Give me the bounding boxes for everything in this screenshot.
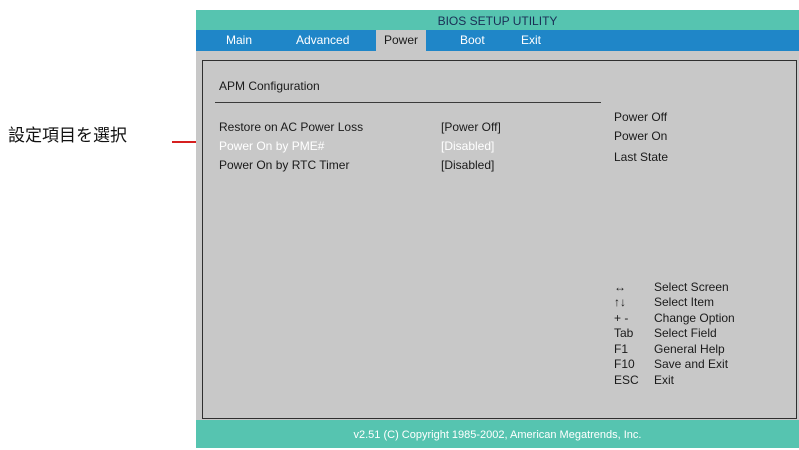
option-power-off: Power Off xyxy=(614,110,668,124)
tab-exit[interactable]: Exit xyxy=(521,30,541,51)
section-title: APM Configuration xyxy=(219,79,320,93)
help-pane: Power Off Power On Last State ↔ Select S… xyxy=(606,60,797,419)
bios-title-bar: BIOS SETUP UTILITY xyxy=(196,10,799,30)
option-last-state: Last State xyxy=(614,150,669,164)
tab-main[interactable]: Main xyxy=(226,30,252,51)
key-desc-select-item: Select Item xyxy=(654,295,715,309)
key-select-item-icon: ↑↓ xyxy=(614,295,626,309)
annotation-label: 設定項目を選択 xyxy=(8,126,127,146)
tab-advanced[interactable]: Advanced xyxy=(296,30,349,51)
setting-label: Power On by RTC Timer xyxy=(219,158,350,172)
key-change-option: + - xyxy=(614,311,629,325)
key-desc-change-option: Change Option xyxy=(654,311,735,325)
setting-value[interactable]: [Disabled] xyxy=(441,139,494,153)
setting-label: Restore on AC Power Loss xyxy=(219,120,364,134)
setting-value[interactable]: [Power Off] xyxy=(441,120,501,134)
bios-window: BIOS SETUP UTILITY Main Advanced Power B… xyxy=(196,10,799,448)
copyright-footer: v2.51 (C) Copyright 1985-2002, American … xyxy=(196,420,799,448)
key-tab: Tab xyxy=(614,326,634,340)
tab-power[interactable]: Power xyxy=(376,30,427,51)
setting-label: Power On by PME# xyxy=(219,139,325,153)
key-desc-general-help: General Help xyxy=(654,342,725,356)
key-esc: ESC xyxy=(614,373,639,387)
key-desc-exit: Exit xyxy=(654,373,675,387)
settings-pane: APM Configuration Restore on AC Power Lo… xyxy=(202,60,608,419)
bios-menu-bar: Main Advanced Power Boot Exit xyxy=(196,30,799,51)
key-desc-select-screen: Select Screen xyxy=(654,280,729,294)
section-divider xyxy=(215,102,601,103)
key-select-screen-icon: ↔ xyxy=(614,280,626,294)
setting-value[interactable]: [Disabled] xyxy=(441,158,494,172)
tab-boot[interactable]: Boot xyxy=(460,30,485,51)
option-power-on: Power On xyxy=(614,129,668,143)
key-desc-save-and-exit: Save and Exit xyxy=(654,357,729,371)
key-desc-select-field: Select Field xyxy=(654,326,717,340)
key-f10: F10 xyxy=(614,357,635,371)
key-f1: F1 xyxy=(614,342,629,356)
